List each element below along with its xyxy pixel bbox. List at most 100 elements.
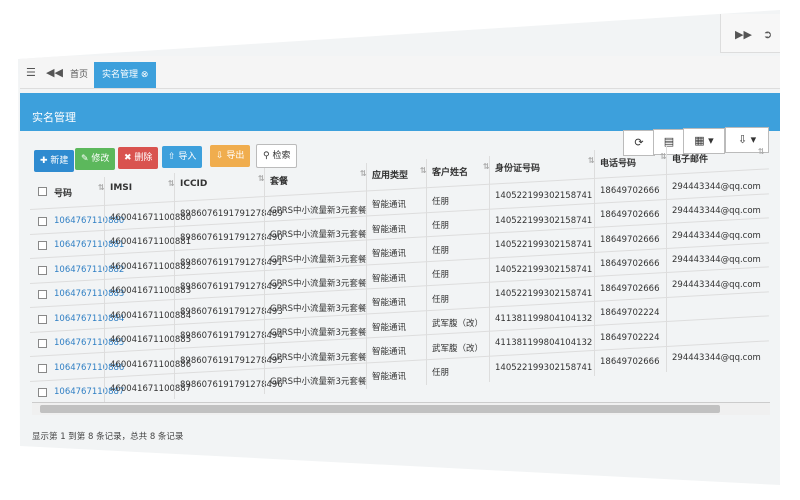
close-icon[interactable]: ⊗ bbox=[141, 70, 149, 80]
screen: ▶▶ ➲ ☰ ◀◀ 首页 实名管理 ⊗ 实名管理 ✚ 新建 ✎ 修改 ✖ 删除 … bbox=[0, 0, 800, 500]
table-cell: 460041671100882 bbox=[110, 261, 192, 272]
column-divider bbox=[174, 173, 175, 400]
table-cell: 18649702224 bbox=[600, 332, 660, 343]
delete-button[interactable]: ✖ 删除 bbox=[118, 147, 159, 169]
table-cell: 460041671100883 bbox=[110, 286, 192, 297]
row-checkbox[interactable] bbox=[38, 290, 47, 300]
menu-icon[interactable]: ☰ bbox=[26, 66, 36, 79]
table-cell: 智能通讯 bbox=[372, 273, 407, 284]
table-cell: GPRS中小流量新3元套餐 bbox=[270, 254, 367, 265]
select-all-checkbox[interactable] bbox=[38, 186, 47, 196]
column-divider bbox=[594, 149, 595, 376]
edit-button[interactable]: ✎ 修改 bbox=[75, 148, 116, 170]
table-cell: 294443344@qq.com bbox=[672, 206, 761, 217]
row-checkbox[interactable] bbox=[38, 388, 47, 398]
column-header[interactable]: 号码 bbox=[54, 186, 72, 199]
plus-icon: ✚ bbox=[40, 156, 48, 166]
table-cell: 任朋 bbox=[432, 245, 450, 256]
table-cell: 140522199302158741 bbox=[495, 289, 593, 300]
new-label: 新建 bbox=[50, 156, 69, 166]
table-cell: 140522199302158741 bbox=[495, 215, 593, 226]
export-icon: ⇩ bbox=[216, 151, 224, 161]
table-cell: 140522199302158741 bbox=[495, 191, 593, 202]
table-cell: 8986076191791278495 bbox=[180, 355, 283, 366]
scrollbar-thumb[interactable] bbox=[40, 405, 720, 413]
table-cell: 18649702666 bbox=[600, 259, 660, 270]
table-cell: 任朋 bbox=[432, 270, 450, 281]
table-cell: 8986076191791278493 bbox=[180, 306, 283, 317]
table-cell: 8986076191791278490 bbox=[180, 233, 283, 244]
column-header[interactable]: 应用类型 bbox=[372, 168, 408, 181]
table-cell: GPRS中小流量新3元套餐 bbox=[270, 205, 367, 216]
table-cell: GPRS中小流量新3元套餐 bbox=[270, 230, 367, 241]
table-cell: 18649702666 bbox=[600, 185, 660, 196]
edit-label: 修改 bbox=[91, 154, 110, 164]
column-divider bbox=[264, 168, 265, 395]
table-cell: 18649702666 bbox=[600, 357, 660, 368]
export-button[interactable]: ⇩ 导出 bbox=[210, 145, 251, 167]
search-button[interactable]: ⚲ 检索 bbox=[256, 144, 298, 168]
tab-home[interactable]: 首页 bbox=[62, 62, 96, 88]
column-header[interactable]: 电子邮件 bbox=[672, 152, 708, 165]
table-cell: 武军腹（改） bbox=[432, 319, 484, 330]
tab-bar: ☰ ◀◀ 首页 实名管理 ⊗ bbox=[20, 56, 780, 89]
table-cell: 18649702666 bbox=[600, 234, 660, 245]
tab-realname-label: 实名管理 bbox=[102, 70, 139, 80]
logout-icon[interactable]: ➲ bbox=[763, 28, 772, 41]
column-header[interactable]: 电话号码 bbox=[600, 156, 636, 169]
table-cell: 8986076191791278494 bbox=[180, 331, 283, 342]
column-header[interactable]: ICCID bbox=[180, 179, 207, 189]
table-cell: 智能通讯 bbox=[372, 347, 407, 358]
table-cell: 8986076191791278496 bbox=[180, 380, 283, 391]
x-icon: ✖ bbox=[124, 153, 132, 163]
column-divider bbox=[666, 146, 667, 373]
column-header[interactable]: IMSI bbox=[110, 183, 132, 193]
table-cell: 智能通讯 bbox=[372, 224, 407, 235]
row-checkbox[interactable] bbox=[38, 265, 47, 275]
export-label: 导出 bbox=[226, 151, 245, 161]
row-checkbox[interactable] bbox=[38, 216, 47, 226]
column-divider bbox=[104, 176, 105, 403]
app-frame: ▶▶ ➲ ☰ ◀◀ 首页 实名管理 ⊗ 实名管理 ✚ 新建 ✎ 修改 ✖ 删除 … bbox=[18, 10, 780, 485]
panel-title: 实名管理 bbox=[32, 111, 76, 124]
table-cell: GPRS中小流量新3元套餐 bbox=[270, 303, 367, 314]
table-cell: 18649702224 bbox=[600, 308, 660, 319]
table-cell: 294443344@qq.com bbox=[672, 181, 761, 192]
new-button[interactable]: ✚ 新建 bbox=[34, 150, 75, 172]
row-checkbox[interactable] bbox=[38, 363, 47, 373]
row-checkbox[interactable] bbox=[38, 314, 47, 324]
columns-icon[interactable]: ▦ ▾ bbox=[683, 128, 725, 154]
rewind-icon[interactable]: ◀◀ bbox=[46, 66, 63, 79]
column-header[interactable]: 身份证号码 bbox=[495, 161, 540, 174]
column-header[interactable]: 客户姓名 bbox=[432, 165, 468, 178]
table-cell: 任朋 bbox=[432, 368, 450, 379]
table-cell: 智能通讯 bbox=[372, 249, 407, 260]
table-cell: 460041671100887 bbox=[110, 384, 192, 395]
table-cell: 294443344@qq.com bbox=[672, 353, 761, 364]
table-cell: 智能通讯 bbox=[372, 298, 407, 309]
row-checkbox[interactable] bbox=[38, 241, 47, 251]
search-icon: ⚲ bbox=[263, 151, 270, 161]
refresh-icon[interactable]: ⟳ bbox=[623, 130, 655, 156]
import-button[interactable]: ⇧ 导入 bbox=[162, 146, 203, 168]
column-header[interactable]: 套餐 bbox=[270, 174, 288, 187]
row-checkbox[interactable] bbox=[38, 339, 47, 349]
table-cell: GPRS中小流量新3元套餐 bbox=[270, 377, 367, 388]
table-cell: 任朋 bbox=[432, 196, 450, 207]
table-cell: 任朋 bbox=[432, 294, 450, 305]
tab-realname[interactable]: 实名管理 ⊗ bbox=[94, 62, 157, 88]
table-cell: 8986076191791278491 bbox=[180, 257, 283, 268]
edit-icon: ✎ bbox=[81, 154, 89, 164]
search-label: 检索 bbox=[272, 151, 291, 161]
table-cell: 411381199804104132 bbox=[495, 338, 593, 349]
fast-forward-icon[interactable]: ▶▶ bbox=[735, 28, 752, 41]
top-toolbar: ▶▶ ➲ bbox=[720, 14, 780, 53]
table-cell: 460041671100881 bbox=[110, 237, 192, 248]
sort-icon[interactable]: ⇅ bbox=[758, 147, 765, 156]
table-cell: GPRS中小流量新3元套餐 bbox=[270, 352, 367, 363]
column-divider bbox=[489, 155, 490, 382]
horizontal-scrollbar[interactable] bbox=[32, 402, 770, 415]
table-cell: 460041671100884 bbox=[110, 310, 192, 321]
table-cell: 294443344@qq.com bbox=[672, 255, 761, 266]
table-cell: 智能通讯 bbox=[372, 322, 407, 333]
